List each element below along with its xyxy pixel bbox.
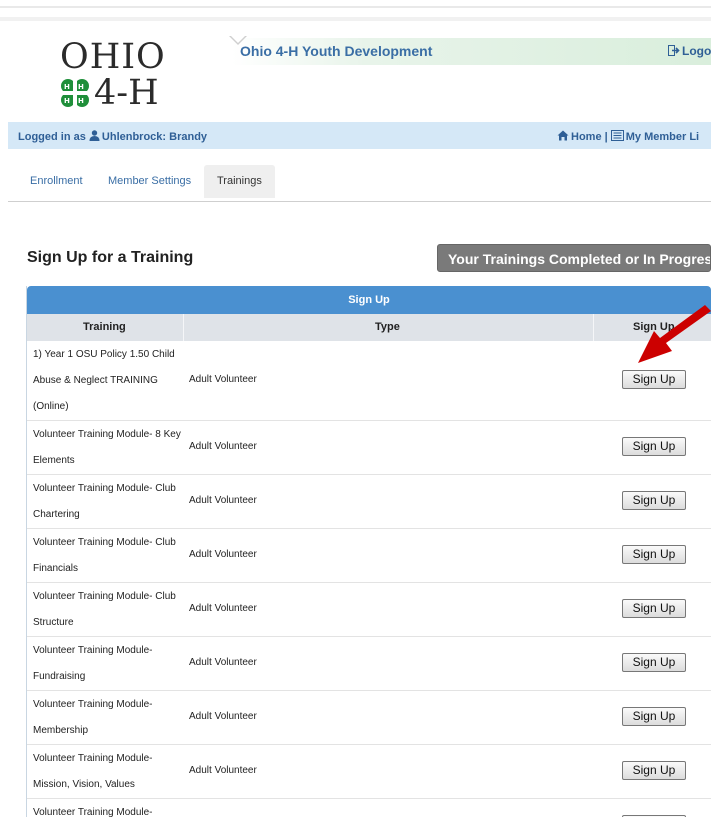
- col-separator: [183, 314, 184, 341]
- table-row: Volunteer Training Module- Mission, Visi…: [27, 745, 711, 799]
- logo-word: OHIO: [60, 37, 166, 77]
- logo-number: 4-H: [94, 73, 159, 113]
- sign-up-button[interactable]: Sign Up: [622, 370, 686, 389]
- sign-up-button[interactable]: Sign Up: [622, 545, 686, 564]
- user-nav: Home | My Member Li: [557, 130, 699, 143]
- user-icon: [89, 130, 100, 141]
- training-name: Volunteer Training Module- Fundraising: [33, 645, 153, 682]
- col-separator: [593, 314, 594, 341]
- ohio-4h-logo[interactable]: OHIO H H H H 4-H: [52, 34, 182, 114]
- training-type: Adult Volunteer: [189, 603, 257, 614]
- red-arrow-annotation: [638, 305, 711, 363]
- table-body: 1) Year 1 OSU Policy 1.50 Child Abuse & …: [27, 341, 711, 817]
- sign-up-button[interactable]: Sign Up: [622, 491, 686, 510]
- table-title: Sign Up: [27, 286, 711, 314]
- sign-up-button[interactable]: Sign Up: [622, 707, 686, 726]
- tab-trainings[interactable]: Trainings: [204, 165, 275, 198]
- table-row: Volunteer Training Module- Membership Adu…: [27, 691, 711, 745]
- list-icon: [610, 130, 624, 141]
- svg-text:H: H: [64, 97, 70, 105]
- table-row: Volunteer Training Module-Sign Up: [27, 799, 711, 817]
- table-row: Volunteer Training Module- Fundraising Ad…: [27, 637, 711, 691]
- header-banner: Ohio 4-H Youth Development Logo: [232, 38, 711, 65]
- table-row: Volunteer Training Module- Club Structur…: [27, 583, 711, 637]
- training-type: Adult Volunteer: [189, 374, 257, 385]
- nav-separator: |: [604, 131, 608, 143]
- svg-text:H: H: [78, 97, 84, 105]
- tab-bar: Enrollment Member Settings Trainings: [8, 165, 711, 202]
- training-name: Volunteer Training Module- Club Structur…: [33, 591, 176, 628]
- training-type: Adult Volunteer: [189, 711, 257, 722]
- training-type: Adult Volunteer: [189, 765, 257, 776]
- training-name: Volunteer Training Module- 8 Key Element…: [33, 429, 181, 466]
- sign-up-button[interactable]: Sign Up: [622, 437, 686, 456]
- section-title: Sign Up for a Training: [27, 249, 194, 266]
- table-row: Volunteer Training Module- 8 Key Element…: [27, 421, 711, 475]
- svg-text:H: H: [64, 83, 70, 91]
- training-name: Volunteer Training Module-: [33, 807, 153, 817]
- table-row: Volunteer Training Module- Club Financia…: [27, 529, 711, 583]
- svg-text:H: H: [78, 83, 84, 91]
- logout-icon: [668, 45, 680, 56]
- col-training: Training: [83, 321, 126, 333]
- tab-member-settings[interactable]: Member Settings: [108, 165, 191, 198]
- logout-label: Logo: [682, 44, 711, 58]
- logged-in-label: Logged in as: [18, 131, 86, 143]
- training-name: Volunteer Training Module- Mission, Visi…: [33, 753, 153, 790]
- training-name: Volunteer Training Module- Club Financia…: [33, 537, 176, 574]
- active-tab-caret: [229, 35, 247, 45]
- user-name[interactable]: Uhlenbrock: Brandy: [102, 131, 207, 143]
- member-list-link[interactable]: My Member Li: [626, 131, 699, 143]
- home-link[interactable]: Home: [571, 131, 602, 143]
- training-name: Volunteer Training Module- Club Charteri…: [33, 483, 176, 520]
- sign-up-button[interactable]: Sign Up: [622, 761, 686, 780]
- table-row: 1) Year 1 OSU Policy 1.50 Child Abuse & …: [27, 341, 711, 421]
- sign-up-button[interactable]: Sign Up: [622, 653, 686, 672]
- trainings-table: Sign Up Training Type Sign Up 1) Year 1 …: [26, 286, 711, 817]
- user-bar: Logged in as Uhlenbrock: Brandy Home | M…: [8, 122, 711, 149]
- table-column-headers: Training Type Sign Up: [27, 314, 711, 341]
- training-name: Volunteer Training Module- Membership: [33, 699, 153, 736]
- training-type: Adult Volunteer: [189, 549, 257, 560]
- training-name: 1) Year 1 OSU Policy 1.50 Child Abuse & …: [33, 349, 175, 412]
- clover-icon: H H H H: [60, 78, 90, 108]
- top-rule-secondary: [0, 17, 711, 21]
- top-rule: [0, 6, 711, 8]
- table-row: Volunteer Training Module- Club Charteri…: [27, 475, 711, 529]
- home-icon: [557, 130, 569, 141]
- training-type: Adult Volunteer: [189, 441, 257, 452]
- training-type: Adult Volunteer: [189, 495, 257, 506]
- logged-in-info: Logged in as Uhlenbrock: Brandy: [18, 130, 207, 143]
- trainings-completed-button[interactable]: Your Trainings Completed or In Progress: [437, 244, 711, 272]
- logout-link[interactable]: Logo: [668, 44, 711, 58]
- col-type: Type: [375, 321, 400, 333]
- training-type: Adult Volunteer: [189, 657, 257, 668]
- tab-enrollment[interactable]: Enrollment: [30, 165, 83, 198]
- site-title[interactable]: Ohio 4-H Youth Development: [240, 43, 432, 59]
- sign-up-button[interactable]: Sign Up: [622, 599, 686, 618]
